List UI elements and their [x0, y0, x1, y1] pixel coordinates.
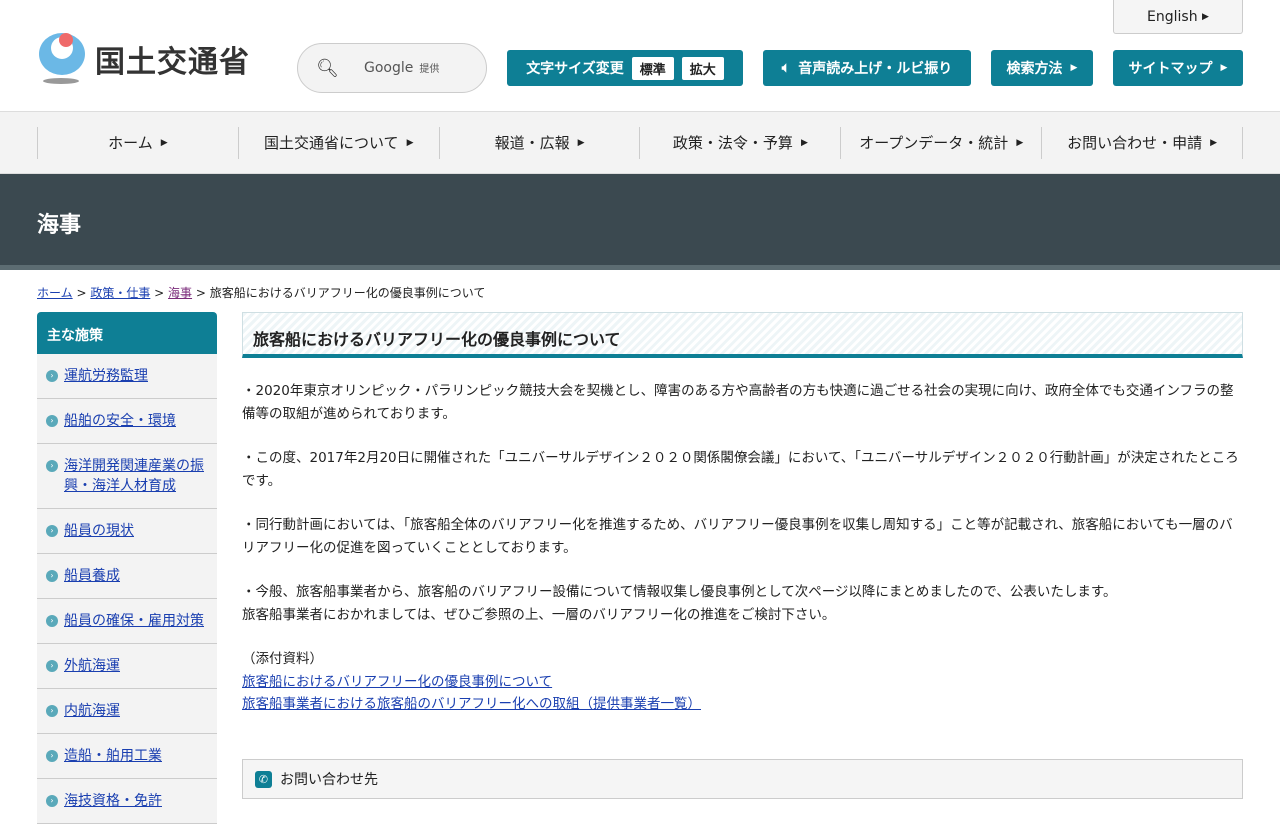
- triangle-right-icon: ▶: [577, 137, 585, 148]
- attachment-link[interactable]: 旅客船におけるバリアフリー化の優良事例について: [242, 674, 552, 690]
- nav-about[interactable]: 国土交通省について ▶: [237, 126, 439, 159]
- voice-button[interactable]: 🔈︎ 音声読み上げ・ルビ振り: [763, 50, 971, 86]
- nav-press[interactable]: 報道・広報 ▶: [438, 126, 640, 159]
- phone-icon: ✆: [255, 770, 272, 788]
- chevron-right-icon: ›: [46, 615, 58, 627]
- chevron-right-icon: ›: [46, 370, 58, 382]
- sidebar-link[interactable]: 船員の現状: [64, 523, 134, 539]
- sidebar-item[interactable]: › 外航海運: [37, 644, 217, 689]
- chevron-right-icon: ›: [46, 525, 58, 537]
- sitemap-button[interactable]: サイトマップ ▶: [1113, 50, 1243, 86]
- attachment-link[interactable]: 旅客船事業者における旅客船のバリアフリー化への取組（提供事業者一覧）: [242, 696, 701, 712]
- triangle-right-icon: ▶: [800, 137, 808, 148]
- breadcrumb-maritime[interactable]: 海事: [168, 286, 192, 300]
- contact-heading: お問い合わせ先: [280, 772, 378, 788]
- breadcrumb-home[interactable]: ホーム: [37, 286, 73, 300]
- triangle-right-icon: ▶: [1220, 63, 1228, 73]
- sidebar-link[interactable]: 船舶の安全・環境: [64, 413, 176, 429]
- triangle-right-icon: ▶: [1016, 137, 1024, 148]
- nav-label: 国土交通省について: [264, 134, 399, 152]
- triangle-right-icon: ▶: [1070, 63, 1078, 73]
- nav-home[interactable]: ホーム ▶: [37, 126, 238, 159]
- voice-label: 音声読み上げ・ルビ振り: [798, 61, 953, 77]
- sidebar-link[interactable]: 造船・舶用工業: [64, 748, 162, 764]
- paragraph: ・今般、旅客船事業者から、旅客船のバリアフリー設備について情報収集し優良事例とし…: [242, 581, 1243, 626]
- paragraph-line: 旅客船事業者におかれましては、ぜひご参照の上、一層のバリアフリー化の推進をご検討…: [242, 606, 836, 623]
- sidebar-item[interactable]: › 運航労務監理: [37, 354, 217, 399]
- chevron-right-icon: ›: [46, 705, 58, 717]
- google-brand: Google: [364, 60, 414, 76]
- sidebar-link[interactable]: 海洋開発関連産業の振興・海洋人材育成: [64, 458, 204, 494]
- sidebar-item[interactable]: › 船員養成: [37, 554, 217, 599]
- sidebar-link[interactable]: 海技資格・免許: [64, 793, 162, 809]
- nav-label: 報道・広報: [494, 134, 570, 152]
- contact-section: ✆ お問い合わせ先: [242, 759, 1243, 799]
- logo[interactable]: 国土交通省: [37, 33, 250, 85]
- sitemap-label: サイトマップ: [1128, 61, 1213, 77]
- english-button[interactable]: English ▶: [1113, 0, 1243, 34]
- paragraph: ・この度、2017年2月20日に開催された「ユニバーサルデザイン２０２０関係閣僚…: [242, 450, 1239, 489]
- sidebar-item[interactable]: › 内航海運: [37, 689, 217, 734]
- search-box[interactable]: 🔍︎ Google 提供: [297, 43, 487, 93]
- breadcrumb: ホーム > 政策・仕事 > 海事 > 旅客船におけるバリアフリー化の優良事例につ…: [37, 286, 486, 300]
- mlit-logo-icon: [37, 33, 87, 85]
- sidebar-link[interactable]: 船員養成: [64, 568, 120, 584]
- speaker-icon: 🔈︎: [781, 60, 791, 76]
- breadcrumb-current: 旅客船におけるバリアフリー化の優良事例について: [209, 286, 486, 300]
- logo-text: 国土交通省: [95, 45, 250, 80]
- chevron-right-icon: ›: [46, 660, 58, 672]
- sidebar-item[interactable]: › 造船・舶用工業: [37, 734, 217, 779]
- search-icon: 🔍︎: [316, 57, 339, 79]
- triangle-right-icon: ▶: [160, 137, 168, 148]
- page-title: 旅客船におけるバリアフリー化の優良事例について: [242, 312, 1243, 358]
- sidebar-item[interactable]: › 船員の現状: [37, 509, 217, 554]
- sidebar-title: 主な施策: [37, 312, 217, 354]
- nav-contact[interactable]: お問い合わせ・申請 ▶: [1041, 126, 1243, 159]
- provided-label: 提供: [419, 64, 440, 75]
- google-label: Google 提供: [364, 60, 439, 76]
- sidebar-item[interactable]: › 船舶の安全・環境: [37, 399, 217, 444]
- font-large-button[interactable]: 拡大: [681, 56, 724, 80]
- nav-policy[interactable]: 政策・法令・予算 ▶: [639, 126, 840, 159]
- search-method-label: 検索方法: [1006, 61, 1063, 77]
- chevron-right-icon: ›: [46, 460, 58, 472]
- chevron-right-icon: ›: [46, 570, 58, 582]
- triangle-right-icon: ▶: [1210, 137, 1218, 148]
- chevron-right-icon: ›: [46, 750, 58, 762]
- sidebar-item[interactable]: › 海技資格・免許: [37, 779, 217, 824]
- paragraph-line: ・今般、旅客船事業者から、旅客船のバリアフリー設備について情報収集し優良事例とし…: [242, 584, 1117, 600]
- sidebar: 主な施策 › 運航労務監理 › 船舶の安全・環境 › 海洋開発関連産業の振興・海洋人材…: [37, 312, 217, 824]
- sidebar-link[interactable]: 船員の確保・雇用対策: [64, 613, 204, 629]
- search-method-button[interactable]: 検索方法 ▶: [991, 50, 1093, 86]
- paragraph: ・2020年東京オリンピック・パラリンピック競技大会を契機とし、障害のある方や高…: [242, 383, 1234, 422]
- paragraph: ・同行動計画においては、「旅客船全体のバリアフリー化を推進するため、バリアフリー…: [242, 517, 1233, 556]
- font-size-label: 文字サイズ変更: [526, 61, 624, 77]
- english-label: English: [1147, 8, 1198, 25]
- global-nav: ホーム ▶ 国土交通省について ▶ 報道・広報 ▶ 政策・法令・予算 ▶ オープンデータ…: [0, 112, 1280, 174]
- sidebar-link[interactable]: 内航海運: [64, 703, 120, 719]
- breadcrumb-policy[interactable]: 政策・仕事: [90, 286, 150, 300]
- chevron-right-icon: ›: [46, 415, 58, 427]
- header: 国土交通省 🔍︎ Google 提供 English ▶ 文字サイズ変更 標準 拡…: [0, 0, 1280, 112]
- sidebar-link[interactable]: 外航海運: [64, 658, 120, 674]
- triangle-right-icon: ▶: [406, 137, 414, 148]
- nav-label: お問い合わせ・申請: [1067, 134, 1203, 152]
- attachment-label: （添付資料）: [242, 651, 323, 667]
- font-size-control: 文字サイズ変更 標準 拡大: [507, 50, 743, 86]
- nav-label: オープンデータ・統計: [859, 134, 1009, 152]
- sidebar-item[interactable]: › 海洋開発関連産業の振興・海洋人材育成: [37, 444, 217, 509]
- main-content: 旅客船におけるバリアフリー化の優良事例について ・2020年東京オリンピック・パ…: [242, 312, 1243, 716]
- font-standard-button[interactable]: 標準: [631, 56, 674, 80]
- chevron-right-icon: ›: [46, 795, 58, 807]
- section-banner: 海事: [0, 174, 1280, 270]
- nav-label: ホーム: [108, 134, 153, 152]
- triangle-right-icon: ▶: [1202, 11, 1209, 22]
- sidebar-link[interactable]: 運航労務監理: [64, 368, 148, 384]
- sidebar-item[interactable]: › 船員の確保・雇用対策: [37, 599, 217, 644]
- nav-opendata[interactable]: オープンデータ・統計 ▶: [840, 126, 1041, 159]
- nav-label: 政策・法令・予算: [672, 134, 793, 152]
